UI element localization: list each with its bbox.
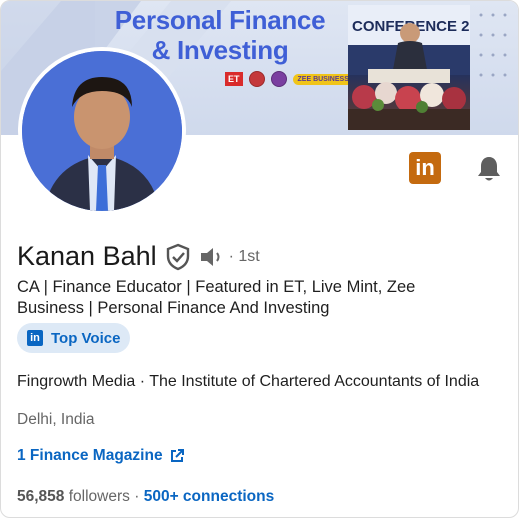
profile-location: Delhi, India: [17, 411, 95, 428]
verified-shield-icon[interactable]: [165, 243, 191, 271]
connections-link[interactable]: 500+ connections: [144, 488, 275, 505]
speaker-icon[interactable]: [199, 245, 227, 269]
profile-company: Fingrowth Media · The Institute of Chart…: [17, 373, 480, 390]
name-row: Kanan Bahl · 1st: [17, 241, 260, 272]
conference-photo-graphic: CONFERENCE 20: [348, 5, 470, 130]
followers-count[interactable]: 56,858: [17, 488, 64, 505]
conference-photo: CONFERENCE 20: [348, 5, 470, 130]
bell-icon[interactable]: [474, 154, 504, 184]
profile-name: Kanan Bahl: [17, 241, 157, 271]
zee-business-logo: ZEE BUSINESS: [292, 73, 354, 85]
connection-degree: · 1st: [228, 247, 260, 265]
linkedin-badge-icon: in: [27, 330, 43, 346]
banner-title-line1: Personal Finance: [114, 5, 326, 35]
top-voice-badge[interactable]: in Top Voice: [17, 323, 131, 353]
profile-stats: 56,858 followers · 500+ connections: [17, 488, 274, 506]
seal-logo: [248, 71, 265, 87]
media-logos: ET ZEE BUSINESS: [225, 71, 354, 87]
stats-separator: ·: [134, 488, 140, 505]
followers-label: followers: [68, 488, 130, 505]
profile-card: Personal Finance & Investing ET ZEE BUSI…: [0, 0, 519, 518]
decorative-dots: [479, 13, 507, 77]
emblem-logo: [270, 71, 287, 87]
linkedin-app-icon[interactable]: in: [409, 152, 441, 184]
external-link-label[interactable]: 1 Finance Magazine: [17, 447, 163, 465]
et-logo: ET: [225, 72, 243, 86]
profile-headline: CA | Finance Educator | Featured in ET, …: [17, 278, 416, 317]
external-link-icon: [170, 449, 184, 462]
avatar-person-graphic: [22, 51, 182, 211]
avatar-photo: [22, 51, 182, 211]
profile-avatar[interactable]: [18, 47, 186, 215]
badge-label: Top Voice: [51, 329, 121, 347]
external-link[interactable]: 1 Finance Magazine: [17, 447, 185, 465]
